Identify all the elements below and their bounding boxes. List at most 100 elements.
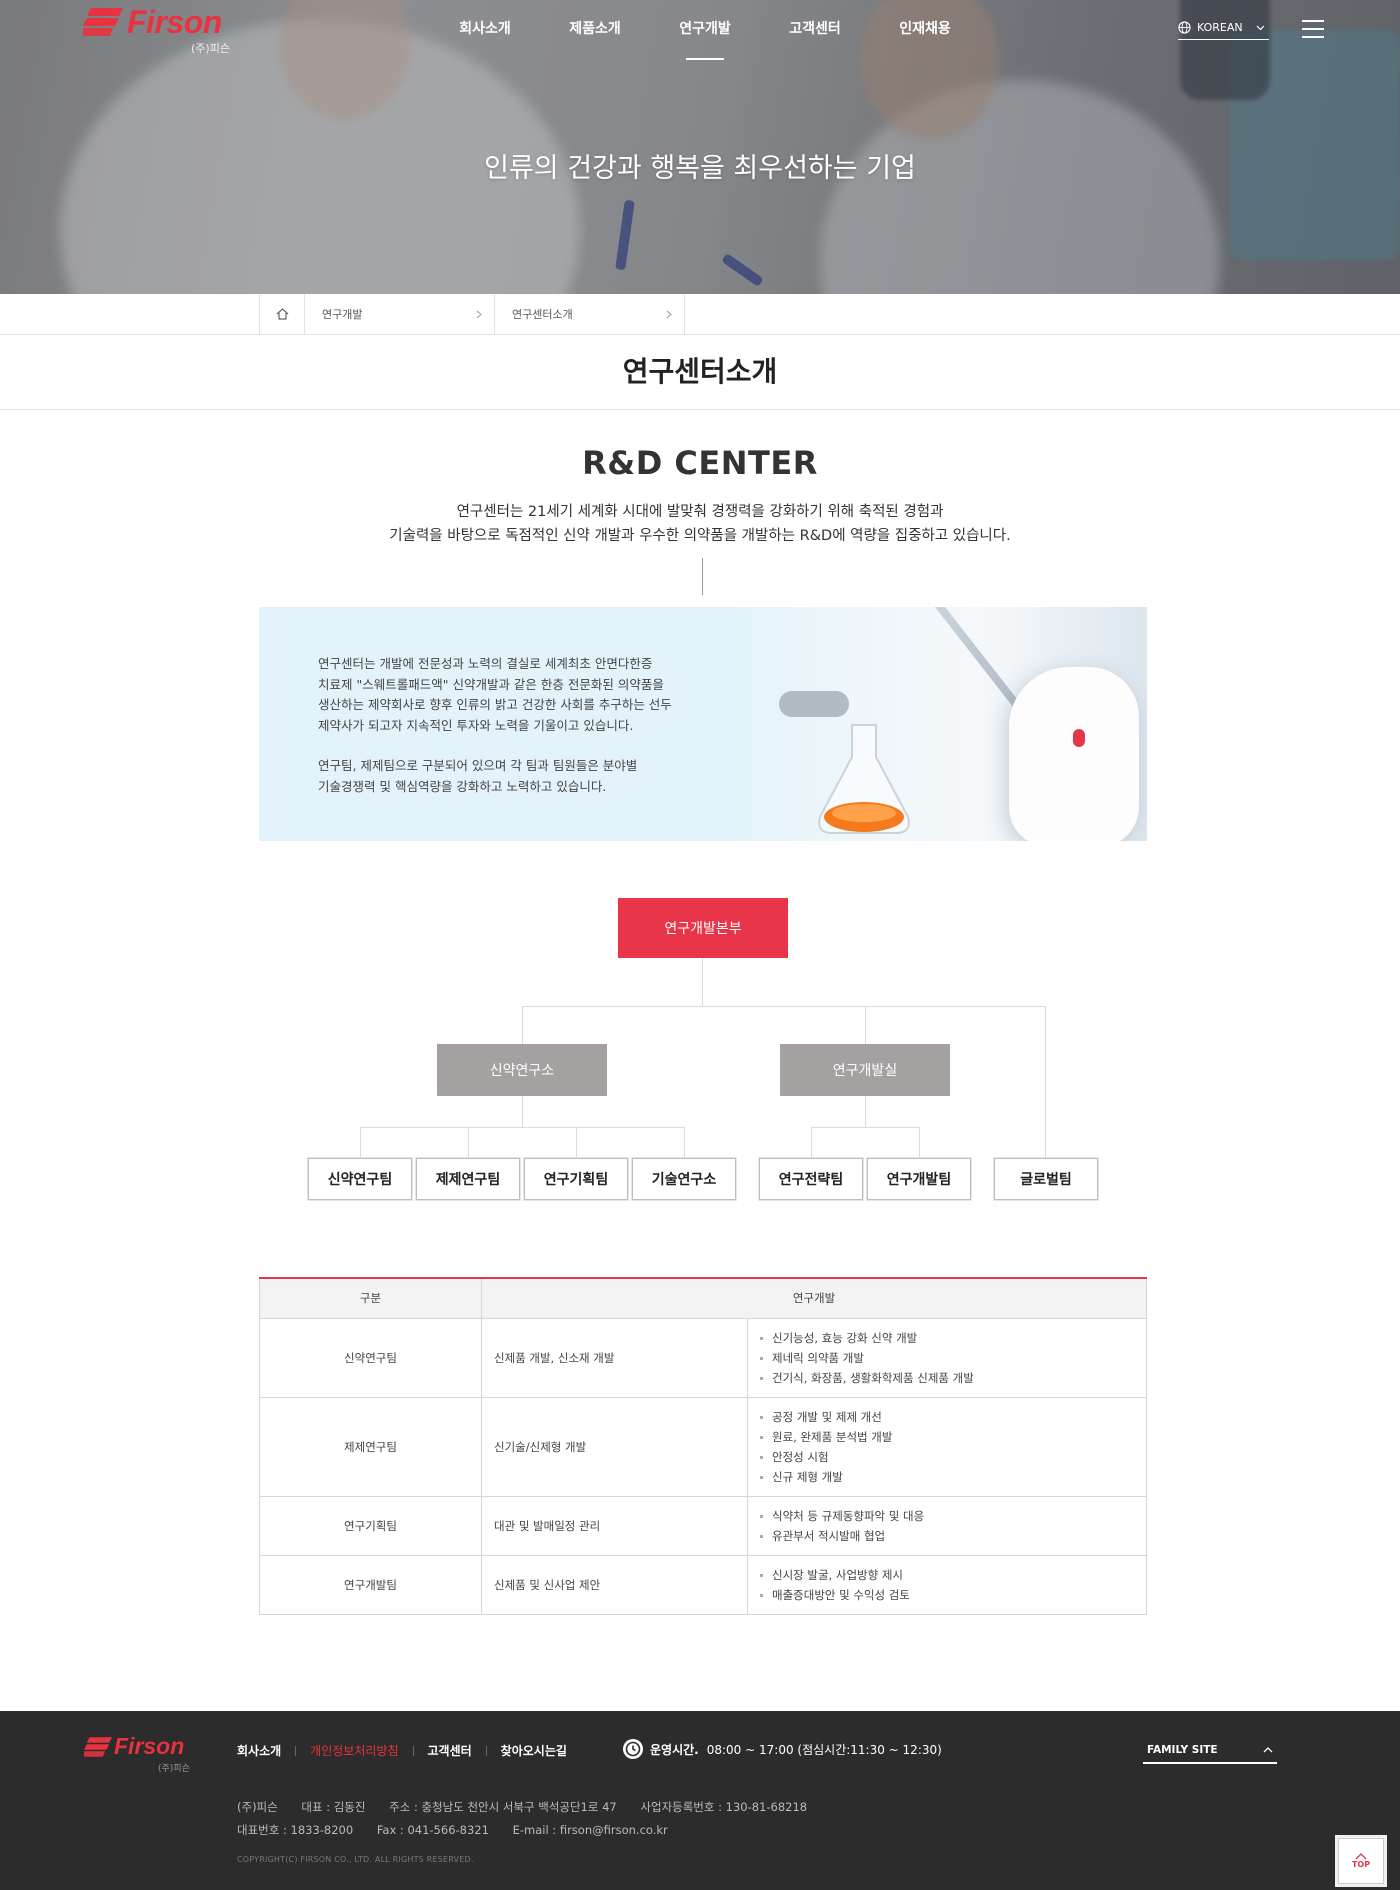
info-paragraph-1: 연구센터는 개발에 전문성과 노력의 결실로 세계최초 안면다한증 치료제 "스… xyxy=(318,654,718,736)
firson-logo-mark-icon xyxy=(84,1737,112,1757)
hero-title: 인류의 건강과 행복을 최우선하는 기업 xyxy=(484,153,916,184)
company-bizno: 사업자등록번호 : 130-81-68218 xyxy=(640,1800,808,1814)
globe-icon xyxy=(1178,21,1191,34)
menu-icon[interactable] xyxy=(1302,20,1324,38)
operating-hours: 운영시간. 08:00 ~ 17:00 (점심시간:11:30 ~ 12:30) xyxy=(622,1738,942,1760)
list-item: 제네릭 의약품 개발 xyxy=(758,1348,1146,1368)
nav-customer[interactable]: 고객센터 xyxy=(760,0,870,60)
info-line: 연구센터는 개발에 전문성과 노력의 결실로 세계최초 안면다한증 xyxy=(318,656,653,671)
page-title: 연구센터소개 xyxy=(622,355,778,388)
family-site-label: FAMILY SITE xyxy=(1147,1743,1218,1756)
chevron-right-icon xyxy=(476,310,482,318)
org-node-team: 신약연구팀 xyxy=(308,1158,412,1200)
logo-wordmark: Firson xyxy=(127,4,222,40)
footer-link-customer[interactable]: 고객센터 xyxy=(428,1742,472,1759)
table-cell-team: 신약연구팀 xyxy=(259,1317,482,1398)
hours-value: 08:00 ~ 17:00 (점심시간:11:30 ~ 12:30) xyxy=(706,1742,942,1757)
section-description: 연구센터는 21세기 세계화 시대에 발맞춰 경쟁력을 강화하기 위해 축적된 … xyxy=(0,500,1400,548)
table-cell-area: 신기술/신제형 개발 xyxy=(481,1396,748,1497)
table-row: 제제연구팀 신기술/신제형 개발 공정 개발 및 제제 개선 원료, 완제품 분… xyxy=(259,1396,1147,1497)
org-node-team: 기술연구소 xyxy=(632,1158,736,1200)
scroll-top-button[interactable]: TOP xyxy=(1338,1838,1384,1884)
main-nav: 회사소개 제품소개 연구개발 고객센터 인재채용 xyxy=(430,0,980,60)
lab-photo-clamp xyxy=(779,691,849,717)
copyright: COPYRIGHT(C) FIRSON CO., LTD. ALL RIGHTS… xyxy=(237,1855,474,1864)
company-address: 주소 : 충청남도 천안시 서북구 백석공단1로 47 xyxy=(389,1800,617,1814)
hours-label: 운영시간. xyxy=(650,1742,699,1757)
list-item: 식약처 등 규제동향파악 및 대응 xyxy=(758,1506,1146,1526)
divider-line xyxy=(702,558,703,595)
hero-banner: Firson (주)피슨 회사소개 제품소개 연구개발 고객센터 인재채용 KO… xyxy=(0,0,1400,294)
footer-link-location[interactable]: 찾아오시는길 xyxy=(501,1742,567,1759)
org-node-team: 연구개발팀 xyxy=(867,1158,971,1200)
home-icon[interactable] xyxy=(260,294,305,334)
description-line: 기술력을 바탕으로 독점적인 신약 개발과 우수한 의약품을 개발하는 R&D에… xyxy=(389,528,1011,544)
breadcrumb: 연구개발 연구센터소개 xyxy=(0,294,1400,335)
table-header: 연구개발 xyxy=(481,1278,1147,1319)
org-node-rnd-office: 연구개발실 xyxy=(780,1044,950,1096)
breadcrumb-depth1[interactable]: 연구개발 xyxy=(305,294,495,334)
table-header: 구분 xyxy=(259,1278,482,1319)
info-text: 연구센터는 개발에 전문성과 노력의 결실로 세계최초 안면다한증 치료제 "스… xyxy=(318,654,718,797)
org-node-team: 글로벌팀 xyxy=(994,1158,1098,1200)
footer-logo-wordmark: Firson xyxy=(114,1733,185,1759)
org-node-drug-lab: 신약연구소 xyxy=(437,1044,607,1096)
logo-subtext: (주)피슨 xyxy=(191,42,230,55)
table-cell-items: 공정 개발 및 제제 개선 원료, 완제품 분석법 개발 안정성 시험 신규 제… xyxy=(747,1396,1147,1497)
org-node-team: 연구기획팀 xyxy=(524,1158,628,1200)
table-cell-area: 대관 및 발매일정 관리 xyxy=(481,1495,748,1556)
company-info: (주)피슨 대표 : 김동진 주소 : 충청남도 천안시 서북구 백석공단1로 … xyxy=(237,1796,827,1842)
clock-icon xyxy=(623,1739,643,1759)
nav-products[interactable]: 제품소개 xyxy=(540,0,650,60)
chevron-up-icon xyxy=(1263,1746,1273,1752)
scroll-top-label: TOP xyxy=(1351,1860,1371,1869)
list-item: 신규 제형 개발 xyxy=(758,1467,1146,1487)
info-line: 기술경쟁력 및 핵심역량을 강화하고 노력하고 있습니다. xyxy=(318,778,607,794)
red-sample-image xyxy=(1073,729,1085,747)
description-line: 연구센터는 21세기 세계화 시대에 발맞춰 경쟁력을 강화하기 위해 축적된 … xyxy=(456,504,944,520)
site-logo[interactable]: Firson (주)피슨 xyxy=(83,4,243,56)
footer-nav: 회사소개 개인정보처리방침 고객센터 찾아오시는길 xyxy=(237,1742,567,1759)
breadcrumb-depth2[interactable]: 연구센터소개 xyxy=(495,294,685,334)
table-cell-area: 신제품 개발, 신소재 개발 xyxy=(481,1317,748,1398)
info-box: 연구센터는 개발에 전문성과 노력의 결실로 세계최초 안면다한증 치료제 "스… xyxy=(259,607,1147,841)
table-row: 연구기획팀 대관 및 발매일정 관리 식약처 등 규제동향파악 및 대응 유관부… xyxy=(259,1495,1147,1556)
company-ceo: 대표 : 김동진 xyxy=(301,1800,366,1814)
company-tel: 대표번호 : 1833-8200 xyxy=(237,1823,354,1837)
table-cell-team: 연구기획팀 xyxy=(259,1495,482,1556)
nav-company[interactable]: 회사소개 xyxy=(430,0,540,60)
info-line: 치료제 "스웨트롤패드액" 신약개발과 같은 한층 전문화된 의약품을 xyxy=(318,676,664,692)
table-cell-items: 신기능성, 효능 강화 신약 개발 제네릭 의약품 개발 건기식, 화장품, 생… xyxy=(747,1317,1147,1398)
section-heading: R&D CENTER xyxy=(582,444,818,482)
list-item: 공정 개발 및 제제 개선 xyxy=(758,1407,1146,1427)
flask-image xyxy=(818,724,910,834)
footer-logo[interactable]: Firson (주)피슨 xyxy=(84,1733,204,1775)
breadcrumb-depth2-label: 연구센터소개 xyxy=(512,308,573,321)
table-cell-area: 신제품 및 신사업 제안 xyxy=(481,1554,748,1615)
language-select[interactable]: KOREAN xyxy=(1178,16,1269,40)
list-item: 건기식, 화장품, 생활화학제품 신제품 개발 xyxy=(758,1368,1146,1388)
language-label: KOREAN xyxy=(1197,21,1243,34)
footer-logo-subtext: (주)피슨 xyxy=(158,1764,190,1774)
info-line: 연구팀, 제제팀으로 구분되어 있으며 각 팀과 팀원들은 분야별 xyxy=(318,758,638,773)
list-item: 안정성 시험 xyxy=(758,1447,1146,1467)
chevron-down-icon xyxy=(1256,25,1265,30)
nav-research[interactable]: 연구개발 xyxy=(650,0,760,60)
list-item: 매출증대방안 및 수익성 검토 xyxy=(758,1585,1146,1605)
footer-link-company[interactable]: 회사소개 xyxy=(237,1742,281,1759)
family-site-select[interactable]: FAMILY SITE xyxy=(1143,1737,1277,1764)
info-line: 생산하는 제약회사로 향후 인류의 밝고 건강한 사회를 추구하는 선두 xyxy=(318,697,672,712)
footer-link-privacy[interactable]: 개인정보처리방침 xyxy=(310,1742,398,1759)
list-item: 신시장 발굴, 사업방향 제시 xyxy=(758,1565,1146,1585)
info-paragraph-2: 연구팀, 제제팀으로 구분되어 있으며 각 팀과 팀원들은 분야별 기술경쟁력 … xyxy=(318,756,718,797)
list-item: 유관부서 적시발매 협업 xyxy=(758,1526,1146,1546)
nav-careers[interactable]: 인재채용 xyxy=(870,0,980,60)
list-item: 원료, 완제품 분석법 개발 xyxy=(758,1427,1146,1447)
company-fax: Fax : 041-566-8321 xyxy=(376,1823,489,1837)
company-name: (주)피슨 xyxy=(237,1800,278,1814)
chevron-right-icon xyxy=(666,310,672,318)
org-node-team: 제제연구팀 xyxy=(416,1158,520,1200)
org-node-team: 연구전략팀 xyxy=(759,1158,863,1200)
list-item: 신기능성, 효능 강화 신약 개발 xyxy=(758,1328,1146,1348)
glove-image xyxy=(1009,667,1139,841)
